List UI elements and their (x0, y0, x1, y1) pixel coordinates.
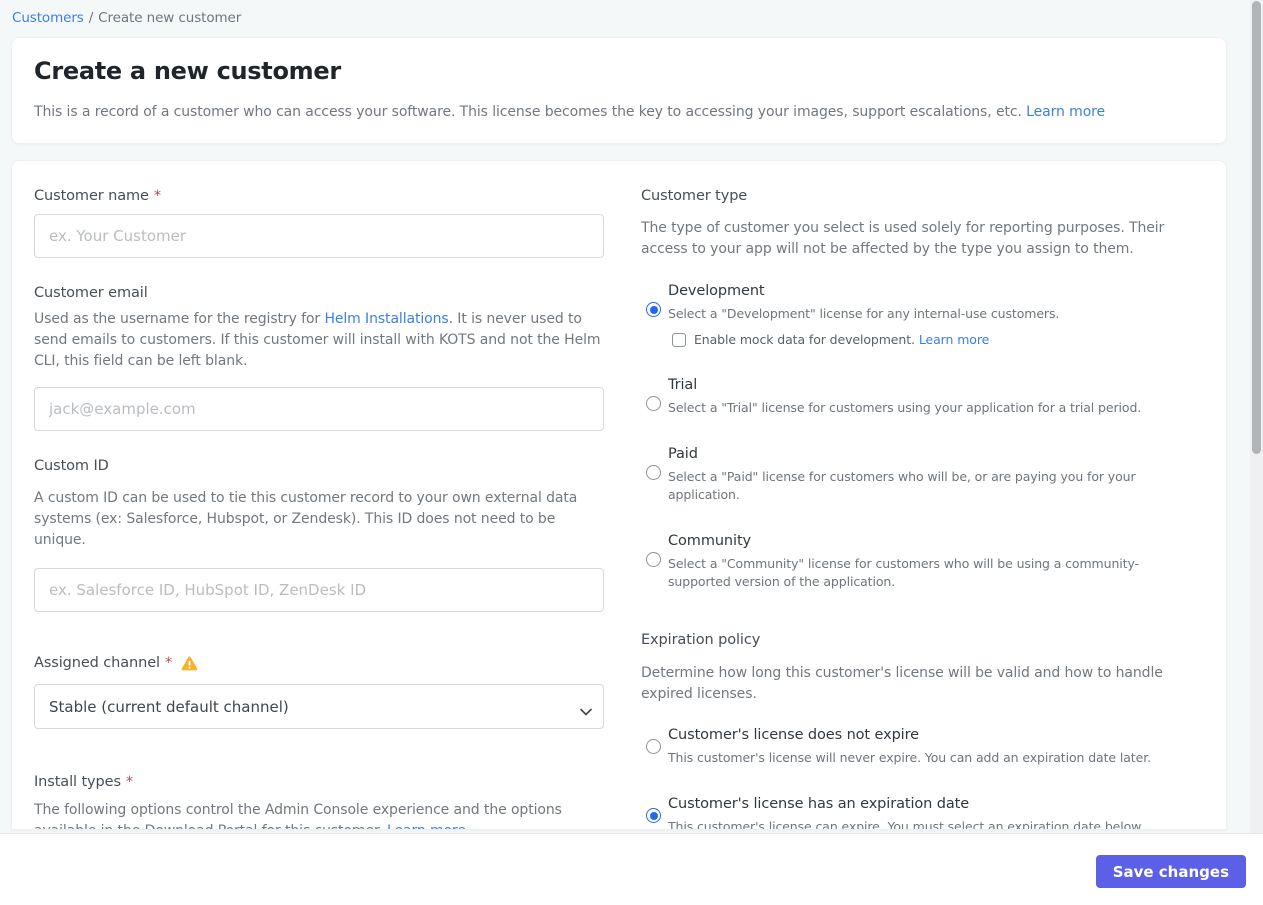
custom-id-description: A custom ID can be used to tie this cust… (34, 490, 578, 548)
expiration-option-no-expire: Customer's license does not expire This … (641, 726, 1193, 767)
custom-id-label: Custom ID (34, 457, 604, 476)
customer-type-label: Customer type (641, 188, 748, 204)
radio-development[interactable] (646, 302, 661, 317)
radio-license-does-not-expire[interactable] (646, 739, 661, 754)
option-description: This customer's license will never expir… (668, 750, 1151, 765)
mock-data-checkbox[interactable] (672, 332, 686, 347)
footer-action-bar: Save changes (0, 833, 1263, 905)
breadcrumb-current: Create new customer (98, 10, 242, 26)
option-description: Select a "Trial" license for customers u… (668, 400, 1142, 415)
customer-email-description: Used as the username for the registry fo… (34, 309, 604, 372)
breadcrumb-customers-link[interactable]: Customers (12, 10, 84, 26)
customer-type-option-development: Development Select a "Development" licen… (641, 282, 1193, 347)
customer-name-label: Customer name * (34, 187, 604, 206)
customer-type-option-trial: Trial Select a "Trial" license for custo… (641, 376, 1193, 417)
helm-installations-link[interactable]: Helm Installations (324, 311, 448, 327)
install-types-label-text: Install types (34, 774, 121, 790)
save-changes-button[interactable]: Save changes (1095, 855, 1246, 888)
page-description-text: This is a record of a customer who can a… (34, 104, 1022, 120)
option-description: Select a "Paid" license for customers wh… (668, 469, 1136, 502)
header-learn-more-link[interactable]: Learn more (1026, 104, 1105, 120)
assigned-channel-select-wrap: Stable (current default channel) (34, 684, 604, 729)
option-title: Customer's license has an expiration dat… (668, 796, 970, 812)
customer-email-input[interactable] (34, 387, 604, 431)
option-title: Customer's license does not expire (668, 727, 919, 743)
customer-type-option-community: Community Select a "Community" license f… (641, 532, 1193, 591)
page-scrollbar-track[interactable] (1250, 0, 1263, 833)
radio-paid[interactable] (646, 465, 661, 480)
option-description: Select a "Development" license for any i… (668, 306, 1060, 321)
page-scrollbar-thumb[interactable] (1252, 1, 1261, 454)
radio-license-has-expiration-date[interactable] (646, 808, 661, 823)
customer-type-description: The type of customer you select is used … (641, 220, 1165, 257)
customer-name-label-text: Customer name (34, 188, 149, 204)
install-types-learn-more-link[interactable]: Learn more (387, 823, 466, 829)
expiration-policy-description: Determine how long this customer's licen… (641, 665, 1163, 702)
page-header-card: Create a new customer This is a record o… (11, 37, 1227, 144)
customer-email-label: Customer email (34, 284, 604, 303)
required-asterisk: * (164, 655, 173, 671)
assigned-channel-select[interactable]: Stable (current default channel) (34, 684, 604, 729)
option-description: Select a "Community" license for custome… (668, 556, 1139, 589)
custom-id-input[interactable] (34, 568, 604, 612)
expiration-option-has-date: Customer's license has an expiration dat… (641, 795, 1193, 830)
option-title: Paid (668, 446, 698, 462)
assigned-channel-label-text: Assigned channel (34, 655, 160, 671)
assigned-channel-label: Assigned channel * (34, 654, 604, 673)
option-title: Development (668, 283, 765, 299)
required-asterisk: * (125, 774, 134, 790)
customer-type-option-paid: Paid Select a "Paid" license for custome… (641, 445, 1193, 504)
required-asterisk: * (153, 188, 162, 204)
custom-id-label-text: Custom ID (34, 458, 109, 474)
install-types-desc-text: The following options control the Admin … (34, 802, 562, 829)
expiration-policy-label: Expiration policy (641, 632, 761, 648)
option-title: Community (668, 533, 752, 549)
mock-data-checkbox-row: Enable mock data for development. Learn … (672, 332, 1193, 347)
customer-email-label-text: Customer email (34, 285, 148, 301)
option-description: This customer's license can expire. You … (668, 819, 1145, 830)
warning-icon (181, 656, 198, 671)
mock-data-learn-more-link[interactable]: Learn more (919, 332, 989, 347)
form-left-column: Customer name * Customer email Used as t… (34, 187, 604, 829)
mock-data-checkbox-label: Enable mock data for development. (694, 332, 915, 347)
install-types-label: Install types * (34, 773, 604, 792)
page-description: This is a record of a customer who can a… (34, 102, 1204, 123)
option-title: Trial (668, 377, 698, 393)
breadcrumb: Customers / Create new customer (0, 0, 1263, 37)
form-right-column: Customer type The type of customer you s… (641, 187, 1193, 829)
page-title: Create a new customer (34, 57, 341, 85)
customer-form-card: Customer name * Customer email Used as t… (11, 160, 1227, 830)
radio-trial[interactable] (646, 396, 661, 411)
install-types-description: The following options control the Admin … (34, 800, 604, 829)
customer-name-input[interactable] (34, 214, 604, 258)
customer-email-desc-before: Used as the username for the registry fo… (34, 311, 325, 327)
radio-community[interactable] (646, 552, 661, 567)
breadcrumb-separator: / (88, 10, 94, 26)
